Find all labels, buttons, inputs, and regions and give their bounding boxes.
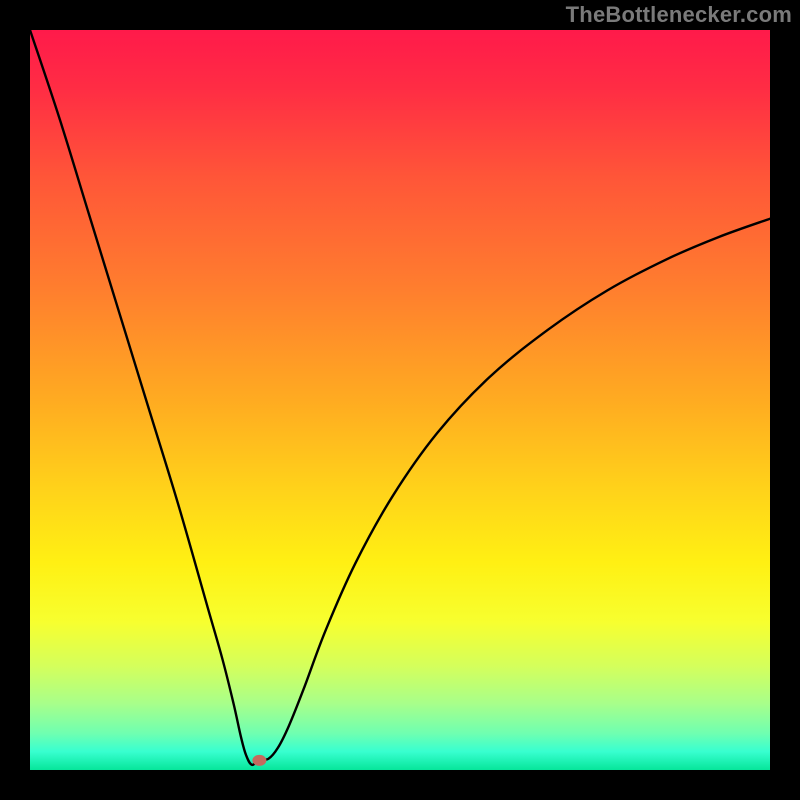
watermark-text: TheBottlenecker.com [566,2,792,28]
plot-area [30,30,770,770]
optimal-point-marker [252,755,266,766]
curve-layer [30,30,770,770]
chart-frame: TheBottlenecker.com [0,0,800,800]
bottleneck-curve [30,30,770,765]
